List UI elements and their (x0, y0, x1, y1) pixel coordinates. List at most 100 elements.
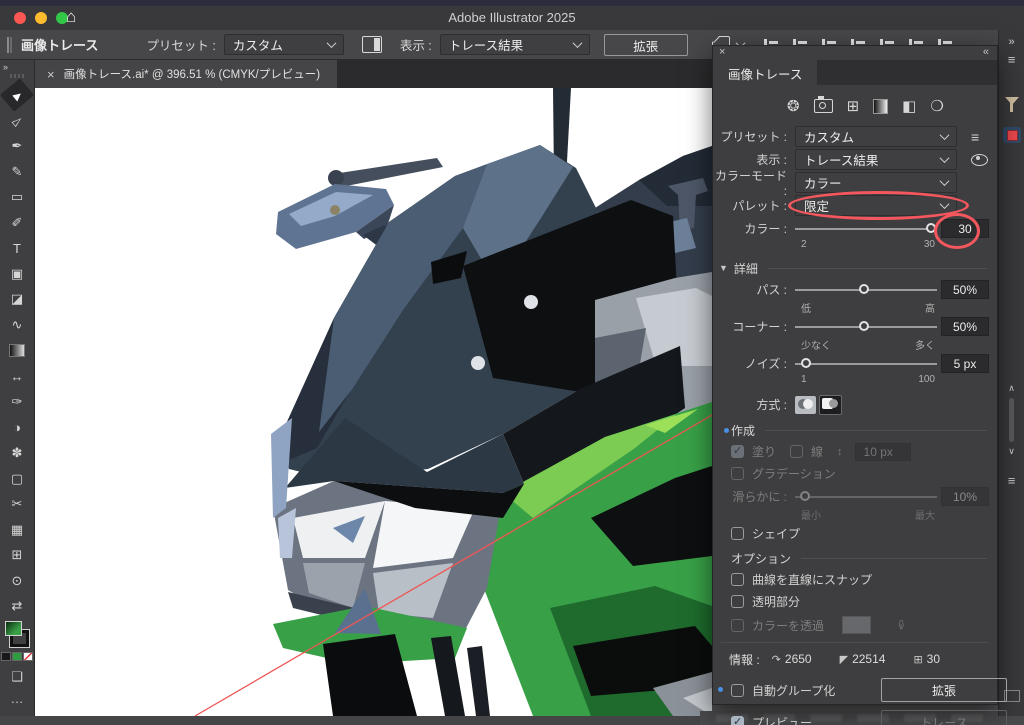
ignore-color-checkbox[interactable] (731, 619, 744, 632)
artboard-tool[interactable]: ▢ (4, 468, 30, 490)
noise-value-field[interactable]: 5 px (941, 354, 989, 373)
preview-checkbox[interactable] (731, 716, 744, 725)
paintbrush-tool[interactable]: ✐ (4, 212, 30, 234)
expand-panels-icon[interactable]: » (1008, 36, 1014, 48)
image-trace-panel-toggle-icon[interactable] (362, 36, 382, 53)
preset-menu-icon[interactable]: ≡ (971, 129, 979, 145)
fill-stroke-indicator[interactable] (4, 621, 30, 647)
type-tool[interactable]: T (4, 237, 30, 259)
high-color-preset-icon[interactable] (814, 99, 833, 113)
colors-count-icon: ⊞ (913, 653, 922, 666)
draw-mode-button[interactable]: ❏ (11, 669, 23, 685)
red-swatch-icon[interactable] (1003, 127, 1021, 143)
direct-selection-tool[interactable]: ▻ (0, 104, 34, 138)
tools-panel-grip[interactable] (10, 74, 24, 78)
eyedropper-tool[interactable]: ✑ (4, 391, 30, 413)
color-none-icon[interactable] (1, 652, 11, 661)
noise-slider-knob[interactable] (801, 358, 811, 368)
preset-dropdown[interactable]: カスタム (795, 126, 957, 147)
smooth-slider-knob[interactable] (800, 491, 810, 501)
eye-icon[interactable] (971, 154, 988, 166)
options-bar-grip[interactable] (7, 37, 9, 53)
detail-section-header[interactable]: ▼ 詳細 (719, 259, 997, 277)
document-tab[interactable]: × 画像トレース.ai* @ 396.51 % (CMYK/プレビュー) (35, 60, 337, 88)
swap-colors-icon[interactable]: ⇄ (4, 595, 30, 617)
collapse-tools-icon[interactable]: » (3, 62, 8, 72)
color-slash-icon[interactable] (23, 652, 33, 661)
paths-value-field[interactable]: 50% (941, 280, 989, 299)
color-slider[interactable] (795, 218, 937, 239)
color-slider-knob[interactable] (926, 223, 936, 233)
shape-label: シェイプ (752, 525, 800, 542)
slice-tool[interactable]: ✂ (4, 493, 30, 515)
color-label: カラー : (713, 220, 795, 237)
gradient-tool[interactable] (9, 344, 25, 357)
method-abutting-button[interactable] (795, 396, 816, 414)
color-fill-icon[interactable] (12, 652, 22, 661)
preset-dropdown[interactable]: カスタム (224, 34, 344, 55)
noise-slider[interactable] (795, 353, 937, 374)
rectangle-tool[interactable]: ▭ (4, 186, 30, 208)
panel-menu-icon[interactable]: ≡ (1008, 473, 1016, 488)
zoom-tool[interactable]: ⊙ (4, 570, 30, 592)
width-tool[interactable]: ↔ (4, 366, 30, 388)
shape-checkbox[interactable] (731, 527, 744, 540)
trace-button: トレース (881, 710, 1007, 725)
auto-color-preset-icon[interactable]: ❂ (787, 97, 800, 115)
color-mode-value: カラー (804, 173, 842, 192)
collapse-panel-icon[interactable]: « (983, 46, 989, 58)
eyedropper-icon[interactable]: ✑ (892, 620, 908, 631)
method-overlapping-button[interactable] (819, 395, 842, 415)
panel-tab-image-trace[interactable]: 画像トレース (713, 60, 817, 85)
corners-slider-knob[interactable] (859, 321, 869, 331)
artboard-canvas[interactable] (35, 88, 712, 716)
expand-button[interactable]: 拡張 (881, 678, 1007, 702)
stepper-icon[interactable]: ↕ (837, 446, 843, 458)
fill-checkbox[interactable] (731, 445, 744, 458)
low-color-preset-icon[interactable]: ⊞ (847, 97, 860, 115)
snap-curves-checkbox[interactable] (731, 573, 744, 586)
color-mode-strip[interactable] (1, 652, 33, 661)
transparent-checkbox[interactable] (731, 595, 744, 608)
view-dropdown[interactable]: トレース結果 (440, 34, 590, 55)
scroll-up-icon[interactable]: ∧ (1008, 383, 1015, 394)
graph-tool[interactable]: ▦ (4, 519, 30, 541)
curvature-tool[interactable]: ✎ (4, 161, 30, 183)
gradient-checkbox[interactable] (731, 467, 744, 480)
symbol-sprayer-tool[interactable]: ✽ (4, 442, 30, 464)
paths-count-value: 2650 (785, 652, 812, 666)
outline-preset-icon[interactable]: ❍ (930, 97, 943, 115)
panel-header: × « (713, 46, 997, 60)
paths-slider[interactable] (795, 279, 937, 300)
corners-slider[interactable] (795, 316, 937, 337)
expand-button[interactable]: 拡張 (604, 34, 688, 56)
fill-swatch[interactable] (5, 621, 22, 636)
eraser-tool[interactable]: ◪ (4, 288, 30, 310)
free-transform-tool[interactable]: ▣ (4, 263, 30, 285)
paths-slider-knob[interactable] (859, 284, 869, 294)
panel-menu-icon[interactable]: ≡ (1008, 52, 1016, 67)
color-mode-dropdown[interactable]: カラー (795, 172, 957, 193)
view-dropdown[interactable]: トレース結果 (795, 149, 957, 170)
stroke-checkbox[interactable] (790, 445, 803, 458)
stroke-width-field[interactable]: 10 px (855, 443, 911, 461)
palette-dropdown[interactable]: 限定 (795, 195, 957, 216)
scroll-down-icon[interactable]: ∨ (1008, 446, 1015, 457)
more-tools-button[interactable]: … (11, 691, 24, 706)
smooth-slider[interactable] (795, 486, 937, 507)
auto-group-checkbox[interactable] (731, 684, 744, 697)
grayscale-preset-icon[interactable] (873, 99, 888, 114)
filter-icon[interactable] (1005, 97, 1019, 105)
blend-tool[interactable]: ◑ (4, 417, 30, 439)
corners-value-field[interactable]: 50% (941, 317, 989, 336)
shaper-tool[interactable]: ∿ (4, 314, 30, 336)
ignore-color-swatch[interactable] (842, 616, 871, 634)
scrollbar-thumb[interactable] (1009, 398, 1014, 442)
color-value-field[interactable]: 30 (941, 219, 989, 238)
smooth-value-field[interactable]: 10% (941, 487, 989, 506)
pen-tool[interactable]: ✒ (4, 135, 30, 157)
close-tab-icon[interactable]: × (47, 67, 55, 82)
black-white-preset-icon[interactable]: ◧ (902, 97, 916, 115)
close-panel-icon[interactable]: × (719, 46, 725, 58)
shape-builder-tool[interactable]: ⊞ (4, 544, 30, 566)
